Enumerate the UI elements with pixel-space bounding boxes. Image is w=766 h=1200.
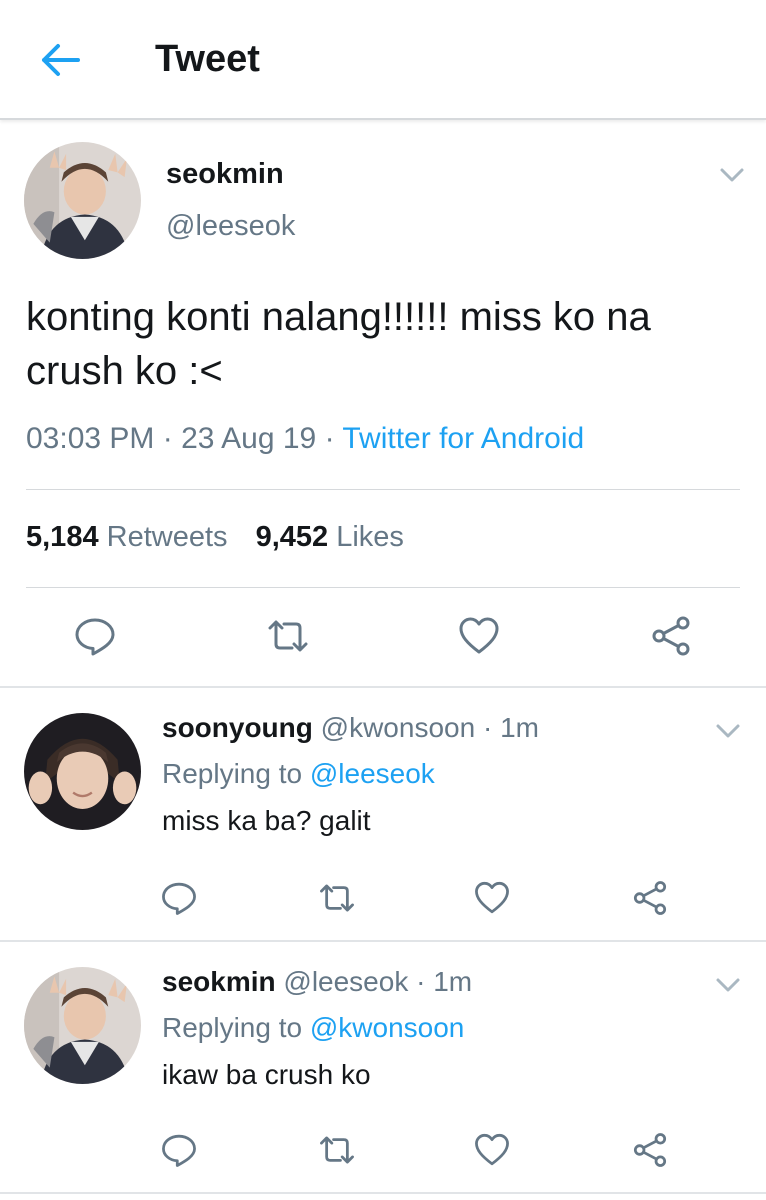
- tweet-date: 23 Aug 19: [181, 422, 317, 455]
- likes-count: 9,452: [255, 521, 329, 553]
- divider: [26, 587, 740, 588]
- tweet-meta: 03:03 PM · 23 Aug 19 · Twitter for Andro…: [26, 422, 584, 456]
- like-icon[interactable]: [473, 879, 511, 917]
- back-arrow-icon[interactable]: [38, 40, 82, 80]
- replying-mention[interactable]: @leeseok: [310, 758, 435, 789]
- share-icon[interactable]: [649, 614, 693, 658]
- author-name[interactable]: seokmin: [162, 966, 276, 997]
- avatar[interactable]: [24, 142, 141, 259]
- reply-header: soonyoung @kwonsoon · 1m: [162, 712, 539, 744]
- reply-text: ikaw ba crush ko: [162, 1059, 371, 1090]
- author-name[interactable]: soonyoung: [162, 712, 313, 743]
- replying-prefix: Replying to: [162, 1012, 303, 1043]
- reply-icon[interactable]: [160, 879, 198, 917]
- author-handle[interactable]: @leeseok: [283, 966, 408, 997]
- replying-mention[interactable]: @kwonsoon: [310, 1012, 465, 1043]
- retweets-stat[interactable]: 5,184 Retweets: [26, 521, 228, 553]
- replying-to: Replying to @leeseok: [162, 758, 435, 790]
- like-icon[interactable]: [457, 614, 501, 658]
- retweets-count: 5,184: [26, 521, 99, 553]
- chevron-down-icon[interactable]: [715, 976, 740, 994]
- reply-icon[interactable]: [73, 614, 117, 658]
- reply-header: seokmin @leeseok · 1m: [162, 966, 472, 998]
- tweet-text: konting konti nalang!!!!!! miss ko na cr…: [26, 295, 651, 393]
- retweet-icon[interactable]: [266, 614, 310, 658]
- replying-to: Replying to @kwonsoon: [162, 1012, 464, 1044]
- meta-separator: ·: [416, 966, 426, 997]
- likes-label: Likes: [336, 521, 404, 553]
- tweet-time: 03:03 PM: [26, 422, 155, 455]
- meta-separator: ·: [324, 422, 335, 455]
- share-icon[interactable]: [631, 1131, 669, 1169]
- meta-separator: ·: [162, 422, 173, 455]
- divider: [26, 489, 740, 490]
- divider: [0, 1192, 766, 1194]
- avatar[interactable]: [24, 713, 141, 830]
- meta-separator: ·: [482, 712, 493, 743]
- divider: [0, 940, 766, 942]
- share-icon[interactable]: [631, 879, 669, 917]
- author-handle[interactable]: @kwonsoon: [321, 712, 476, 743]
- likes-stat[interactable]: 9,452 Likes: [256, 521, 404, 553]
- replying-prefix: Replying to: [162, 758, 303, 789]
- like-icon[interactable]: [473, 1131, 511, 1169]
- reply-time: 1m: [433, 966, 473, 997]
- avatar[interactable]: [24, 967, 141, 1084]
- author-handle[interactable]: @leeseok: [166, 210, 295, 243]
- top-bar: Tweet: [0, 0, 766, 120]
- divider: [0, 686, 766, 688]
- retweet-icon[interactable]: [318, 879, 356, 917]
- reply-text: miss ka ba? galit: [162, 805, 371, 836]
- reply-time: 1m: [500, 712, 539, 743]
- tweet-stats: 5,184 Retweets 9,452 Likes: [26, 521, 404, 554]
- chevron-down-icon[interactable]: [715, 722, 740, 740]
- tweet-source-link[interactable]: Twitter for Android: [342, 422, 584, 455]
- author-name[interactable]: seokmin: [166, 158, 284, 191]
- page-title: Tweet: [155, 38, 260, 80]
- retweet-icon[interactable]: [318, 1131, 356, 1169]
- chevron-down-icon[interactable]: [719, 166, 745, 184]
- reply-icon[interactable]: [160, 1131, 198, 1169]
- retweets-label: Retweets: [106, 521, 228, 553]
